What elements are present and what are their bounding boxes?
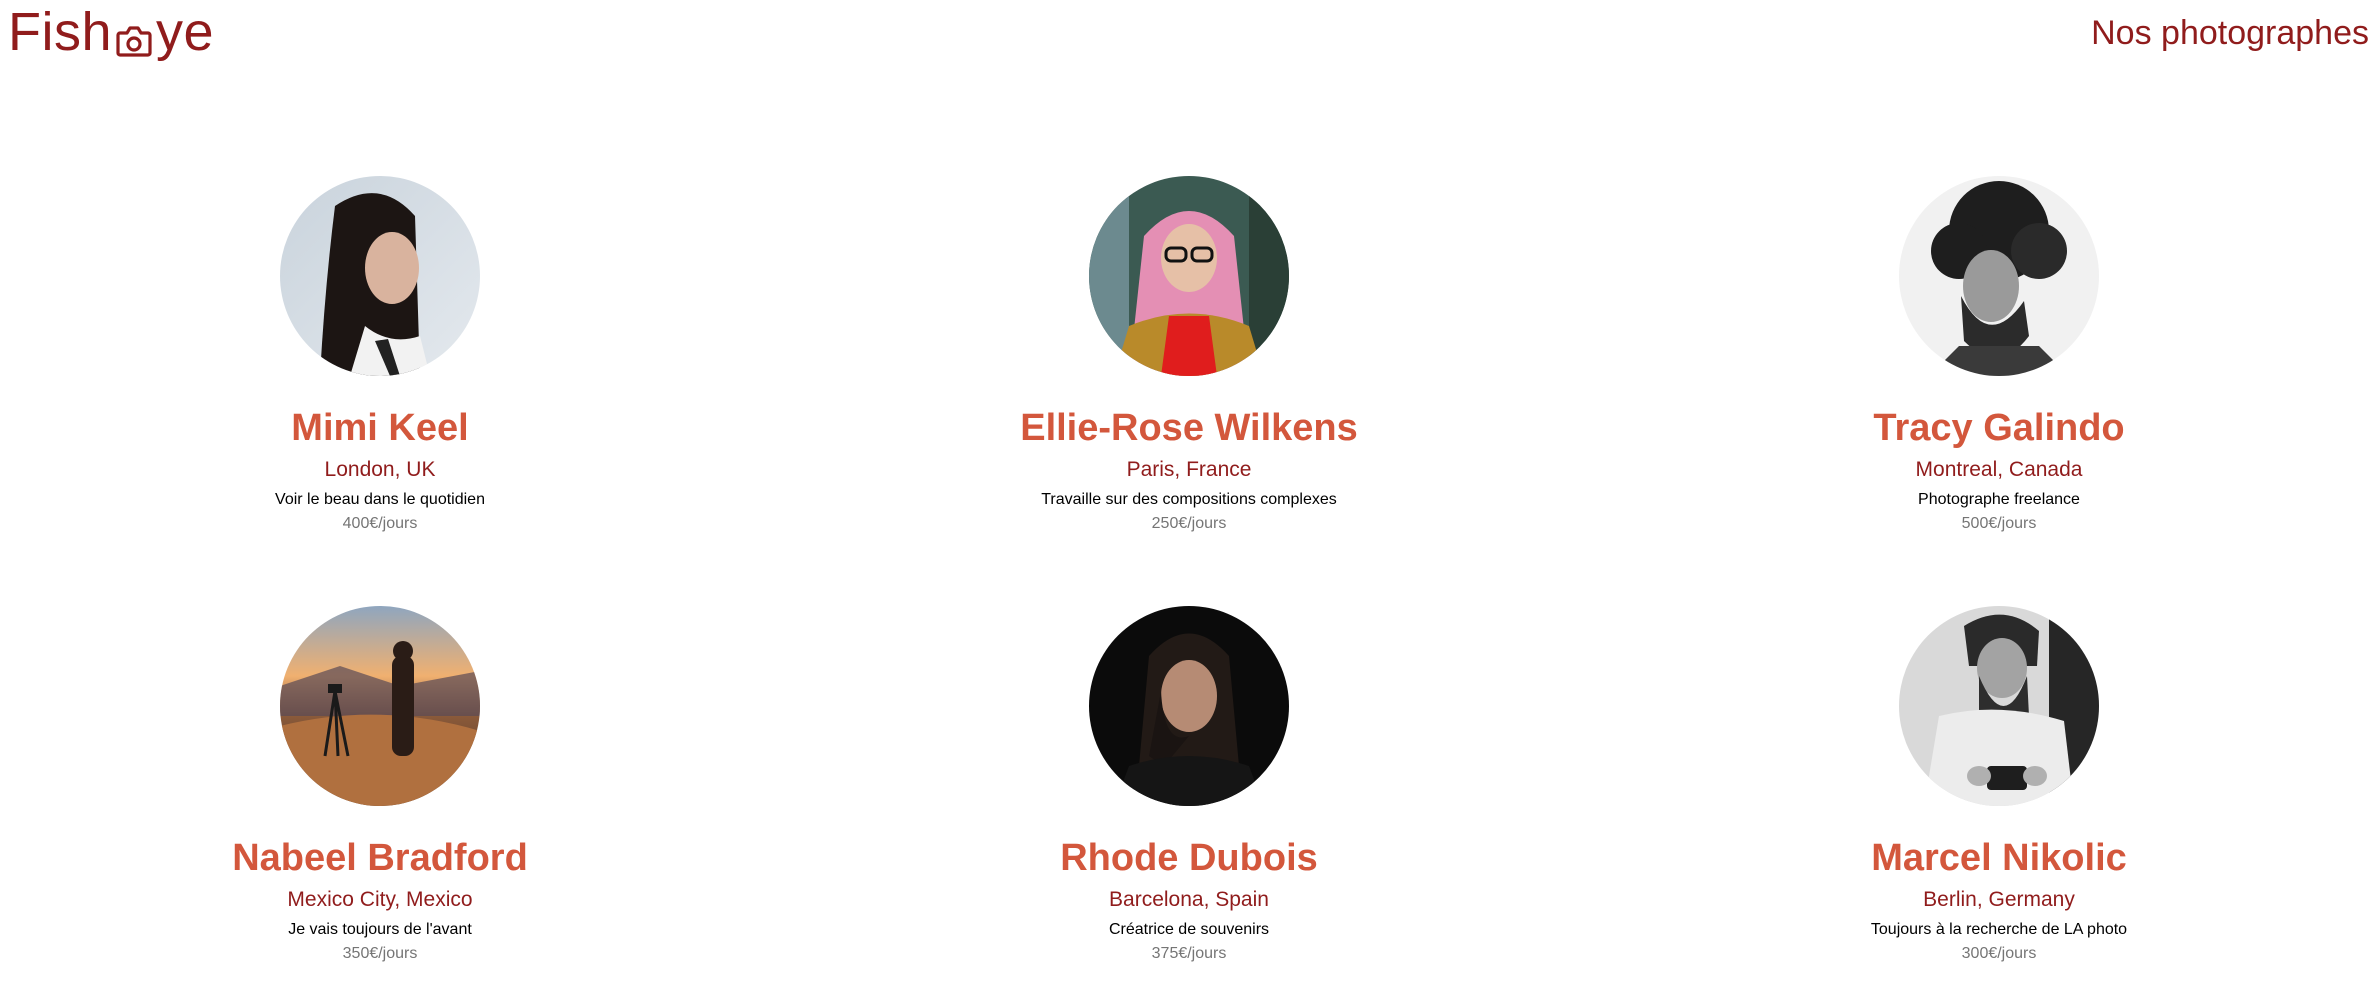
photographer-portrait [1089,606,1289,806]
logo-text-left: Fish [8,2,113,62]
photographer-price: 500€/jours [1961,515,2037,532]
photographer-portrait [1899,606,2099,806]
photographer-tagline: Photographe freelance [1918,491,2080,508]
photographer-card[interactable]: Tracy Galindo Montreal, Canada Photograp… [1739,176,2259,533]
photographer-card[interactable]: Mimi Keel London, UK Voir le beau dans l… [120,176,640,533]
photographer-location: Mexico City, Mexico [287,888,473,911]
site-header: Fish ye Nos photographes [0,0,2377,70]
photographer-tagline: Je vais toujours de l'avant [288,921,472,938]
logo-text-right: ye [156,2,215,62]
photographer-card[interactable]: Ellie-Rose Wilkens Paris, France Travail… [929,176,1449,533]
photographer-tagline: Créatrice de souvenirs [1108,921,1270,938]
photographer-portrait [1899,176,2099,376]
photographer-location: Montreal, Canada [1915,458,2083,481]
photographer-tagline: Voir le beau dans le quotidien [275,491,485,508]
photographer-price: 300€/jours [1961,945,2037,962]
photographer-portrait [280,606,480,806]
photographer-name: Marcel Nikolic [1871,837,2127,879]
photographer-location: Berlin, Germany [1923,888,2075,911]
page-title: Nos photographes [2091,14,2369,52]
photographer-price: 350€/jours [342,945,418,962]
photographer-portrait [280,176,480,376]
photographer-name: Mimi Keel [291,407,469,449]
photographer-card[interactable]: Rhode Dubois Barcelona, Spain Créatrice … [929,606,1449,963]
photographer-location: London, UK [324,458,436,481]
photographer-card[interactable]: Marcel Nikolic Berlin, Germany Toujours … [1739,606,2259,963]
photographer-location: Paris, France [1126,458,1252,481]
photographer-price: 250€/jours [1151,515,1227,532]
photographer-portrait [1089,176,1289,376]
photographer-name: Tracy Galindo [1873,407,2125,449]
photographer-name: Ellie-Rose Wilkens [1020,407,1358,449]
photographer-location: Barcelona, Spain [1109,888,1269,911]
photographer-tagline: Toujours à la recherche de LA photo [1870,921,2128,938]
photographer-name: Nabeel Bradford [232,837,528,879]
photographer-name: Rhode Dubois [1060,837,1318,879]
fisheye-logo[interactable]: Fish ye [8,2,214,62]
photographer-price: 375€/jours [1151,945,1227,962]
photographer-price: 400€/jours [342,515,418,532]
photographer-card[interactable]: Nabeel Bradford Mexico City, Mexico Je v… [120,606,640,963]
photographer-tagline: Travaille sur des compositions complexes [1041,491,1337,508]
camera-icon [114,12,154,57]
